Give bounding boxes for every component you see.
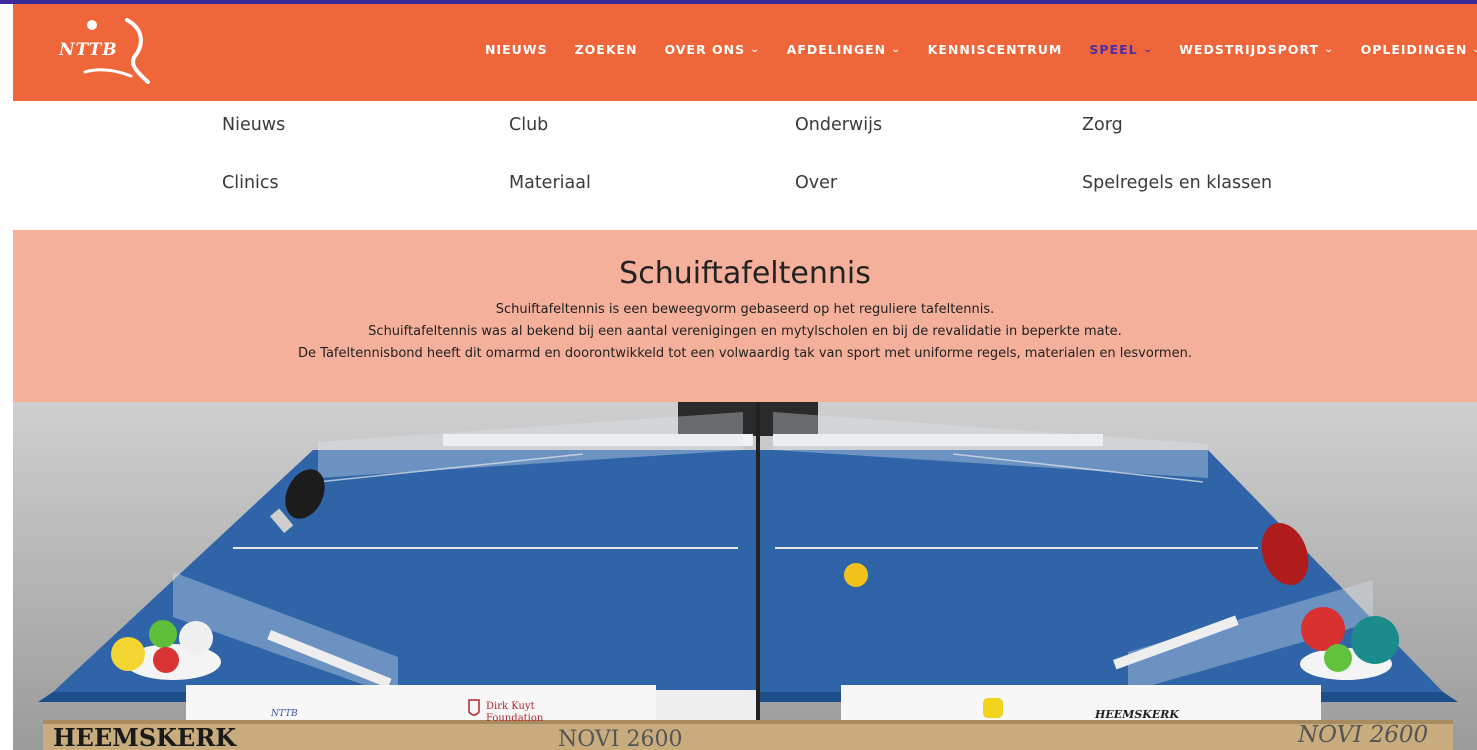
hero-paragraph: De Tafeltennisbond heeft dit omarmd en d… — [298, 346, 1192, 361]
hero-paragraph: Schuiftafeltennis is een beweegvorm geba… — [495, 302, 995, 317]
sponsor-line-1: Dirk Kuyt — [486, 701, 535, 712]
base-model-right: NOVI 2600 — [1297, 722, 1428, 748]
dropdown-item-spelregels[interactable]: Spelregels en klassen — [1082, 173, 1272, 193]
chevron-down-icon: ⌄ — [1323, 44, 1335, 55]
site-header: NTTB NIEUWS ZOEKEN OVER ONS ⌄ AFDELINGEN ⌄… — [13, 4, 1477, 101]
hero-section: Schuiftafeltennis Schuiftafeltennis is e… — [13, 230, 1477, 402]
nav-label: AFDELINGEN — [786, 42, 887, 57]
chevron-down-icon: ⌄ — [890, 44, 902, 55]
dropdown-item-club[interactable]: Club — [509, 115, 548, 135]
chevron-down-icon: ⌄ — [749, 44, 761, 55]
nav-label: OPLEIDINGEN — [1360, 42, 1468, 57]
nav-over-ons[interactable]: OVER ONS ⌄ — [665, 42, 760, 57]
main-nav: NIEUWS ZOEKEN OVER ONS ⌄ AFDELINGEN ⌄ KENN… — [485, 42, 1477, 57]
nav-label: WEDSTRIJDSPORT — [1179, 42, 1320, 57]
dropdown-item-over[interactable]: Over — [795, 173, 837, 193]
nav-label: SPEEL — [1089, 42, 1138, 57]
base-brand-text: HEEMSKERK — [53, 723, 237, 750]
chevron-down-icon: ⌄ — [1472, 45, 1477, 55]
logo-text: NTTB — [59, 40, 118, 60]
nav-zoeken[interactable]: ZOEKEN — [575, 42, 638, 57]
speel-dropdown-menu: Nieuws Club Onderwijs Zorg Clinics Mater… — [13, 101, 1477, 230]
table-tennis-photo: NTTB Dirk Kuyt Foundation HEEMSKERK HEEM… — [13, 402, 1477, 750]
dropdown-item-nieuws[interactable]: Nieuws — [222, 115, 285, 135]
hero-paragraph: Schuiftafeltennis was al bekend bij een … — [368, 324, 1122, 339]
base-model-left: NOVI 2600 — [558, 727, 682, 750]
nttb-logo[interactable]: NTTB — [45, 14, 185, 94]
nav-afdelingen[interactable]: AFDELINGEN ⌄ — [787, 42, 901, 57]
nav-label: OVER ONS — [664, 42, 746, 57]
nav-kenniscentrum[interactable]: KENNISCENTRUM — [928, 42, 1063, 57]
sponsor-line-2: Foundation — [486, 713, 544, 724]
hero-photo: NTTB Dirk Kuyt Foundation HEEMSKERK HEEM… — [13, 402, 1477, 750]
panel-heemskerk-text: HEEMSKERK — [1094, 708, 1179, 721]
nav-speel[interactable]: SPEEL ⌄ — [1089, 42, 1152, 57]
nav-opleidingen[interactable]: OPLEIDINGEN ⌄ — [1361, 42, 1477, 57]
panel-nttb-logo: NTTB — [270, 709, 298, 719]
page-title: Schuiftafeltennis — [619, 256, 871, 291]
nav-nieuws[interactable]: NIEUWS — [485, 42, 548, 57]
dropdown-item-onderwijs[interactable]: Onderwijs — [795, 115, 882, 135]
dropdown-item-materiaal[interactable]: Materiaal — [509, 173, 591, 193]
dropdown-item-clinics[interactable]: Clinics — [222, 173, 279, 193]
nav-label: KENNISCENTRUM — [927, 42, 1063, 57]
nav-label: ZOEKEN — [574, 42, 638, 57]
nav-label: NIEUWS — [485, 42, 548, 57]
chevron-down-icon: ⌄ — [1142, 44, 1154, 55]
nav-wedstrijdsport[interactable]: WEDSTRIJDSPORT ⌄ — [1179, 42, 1335, 57]
dropdown-item-zorg[interactable]: Zorg — [1082, 115, 1123, 135]
